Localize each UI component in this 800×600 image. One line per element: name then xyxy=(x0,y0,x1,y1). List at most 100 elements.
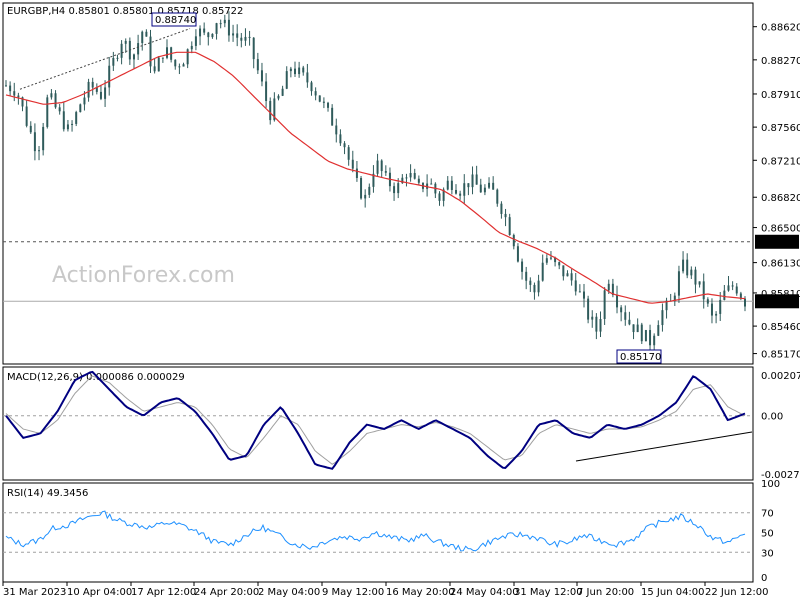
candle-body xyxy=(347,147,350,160)
candle-body xyxy=(120,43,123,58)
candle-body xyxy=(744,298,746,307)
candle-body xyxy=(628,319,631,325)
candle-body xyxy=(112,57,115,66)
candle-body xyxy=(413,173,416,179)
candle-body xyxy=(141,31,144,44)
candle-body xyxy=(607,283,610,291)
candle-body xyxy=(223,19,226,24)
candle-body xyxy=(227,19,230,36)
price-tick-label: 0.87910 xyxy=(761,90,800,101)
candle-body xyxy=(595,316,598,332)
candle-body xyxy=(558,262,561,266)
rsi-line xyxy=(5,510,746,552)
candle-body xyxy=(719,299,722,314)
candle-body xyxy=(694,269,697,285)
price-tick-label: 0.85460 xyxy=(761,322,800,333)
rsi-tick-label: 70 xyxy=(761,509,774,520)
candle-body xyxy=(178,66,181,68)
candle-body xyxy=(293,68,296,75)
candle-body xyxy=(682,259,685,272)
candle-body xyxy=(446,180,449,190)
candle-body xyxy=(492,182,495,190)
candle-body xyxy=(153,66,156,72)
candle-body xyxy=(33,132,36,152)
candle-body xyxy=(355,168,358,178)
x-tick-label: 7 Jun 20:00 xyxy=(577,587,634,598)
x-tick-label: 22 Jun 12:00 xyxy=(705,587,769,598)
candle-body xyxy=(483,187,486,193)
candle-body xyxy=(256,59,259,71)
candle-body xyxy=(203,28,206,33)
candle-body xyxy=(182,64,185,67)
candle-body xyxy=(376,160,379,174)
candle-body xyxy=(199,28,202,37)
candle-body xyxy=(232,33,235,36)
candle-body xyxy=(137,43,140,55)
candle-body xyxy=(574,280,577,292)
x-tick-label: 15 Jun 04:00 xyxy=(641,587,705,598)
candle-body xyxy=(475,174,478,185)
candle-body xyxy=(327,102,330,108)
candle-body xyxy=(686,259,689,276)
candle-body xyxy=(298,67,301,75)
candle-body xyxy=(236,33,239,38)
candle-body xyxy=(706,299,709,304)
candle-body xyxy=(145,31,148,37)
candle-body xyxy=(521,261,524,272)
candle-body xyxy=(9,85,12,92)
candle-body xyxy=(545,258,548,263)
candle-body xyxy=(360,177,363,199)
candle-body xyxy=(649,330,652,346)
candle-body xyxy=(25,106,28,126)
candle-body xyxy=(636,324,639,333)
watermark: ActionForex.com xyxy=(52,263,235,288)
candle-body xyxy=(58,107,61,112)
candle-body xyxy=(640,324,643,342)
candle-body xyxy=(450,180,453,190)
candle-body xyxy=(657,325,660,336)
candle-body xyxy=(149,36,152,67)
rsi-tick-label: 100 xyxy=(761,479,780,490)
candle-body xyxy=(194,36,197,46)
macd-line xyxy=(5,370,746,470)
candle-body xyxy=(430,183,433,185)
candle-body xyxy=(132,54,135,60)
candle-body xyxy=(624,312,627,320)
x-tick-label: 31 Mar 2023 xyxy=(3,587,66,598)
candle-body xyxy=(71,123,74,125)
candle-body xyxy=(166,47,169,58)
candle-body xyxy=(409,173,412,178)
candle-body xyxy=(455,189,458,194)
candle-body xyxy=(384,171,387,173)
price-tick-label: 0.88620 xyxy=(761,23,800,34)
candle-body xyxy=(215,23,218,34)
price-tick-label: 0.87210 xyxy=(761,156,800,167)
x-tick-label: 31 May 12:00 xyxy=(514,587,583,598)
candle-body xyxy=(99,91,102,99)
chart-root: ActionForex.com EURGBP,H4 0.85801 0.85801… xyxy=(0,0,800,600)
candle-body xyxy=(277,95,280,99)
candle-body xyxy=(467,183,470,188)
candle-body xyxy=(174,59,177,67)
candle-body xyxy=(504,213,507,218)
candle-body xyxy=(17,95,20,98)
candle-body xyxy=(500,203,503,214)
candle-body xyxy=(42,126,45,151)
candle-body xyxy=(62,111,65,130)
candle-body xyxy=(219,23,222,25)
candle-body xyxy=(5,85,7,87)
candle-body xyxy=(459,193,462,196)
candle-body xyxy=(281,88,284,96)
candle-body xyxy=(351,159,354,169)
candle-body xyxy=(248,36,251,38)
x-tick-label: 24 Apr 20:00 xyxy=(194,587,259,598)
candle-body xyxy=(731,285,734,287)
resistance-label: 0.86350 xyxy=(758,238,799,249)
candle-body xyxy=(537,280,540,293)
candle-body xyxy=(285,71,288,89)
candle-body xyxy=(331,107,334,126)
candle-body xyxy=(566,273,569,277)
candle-body xyxy=(471,174,474,188)
candle-body xyxy=(512,235,515,247)
candle-body xyxy=(710,303,713,316)
